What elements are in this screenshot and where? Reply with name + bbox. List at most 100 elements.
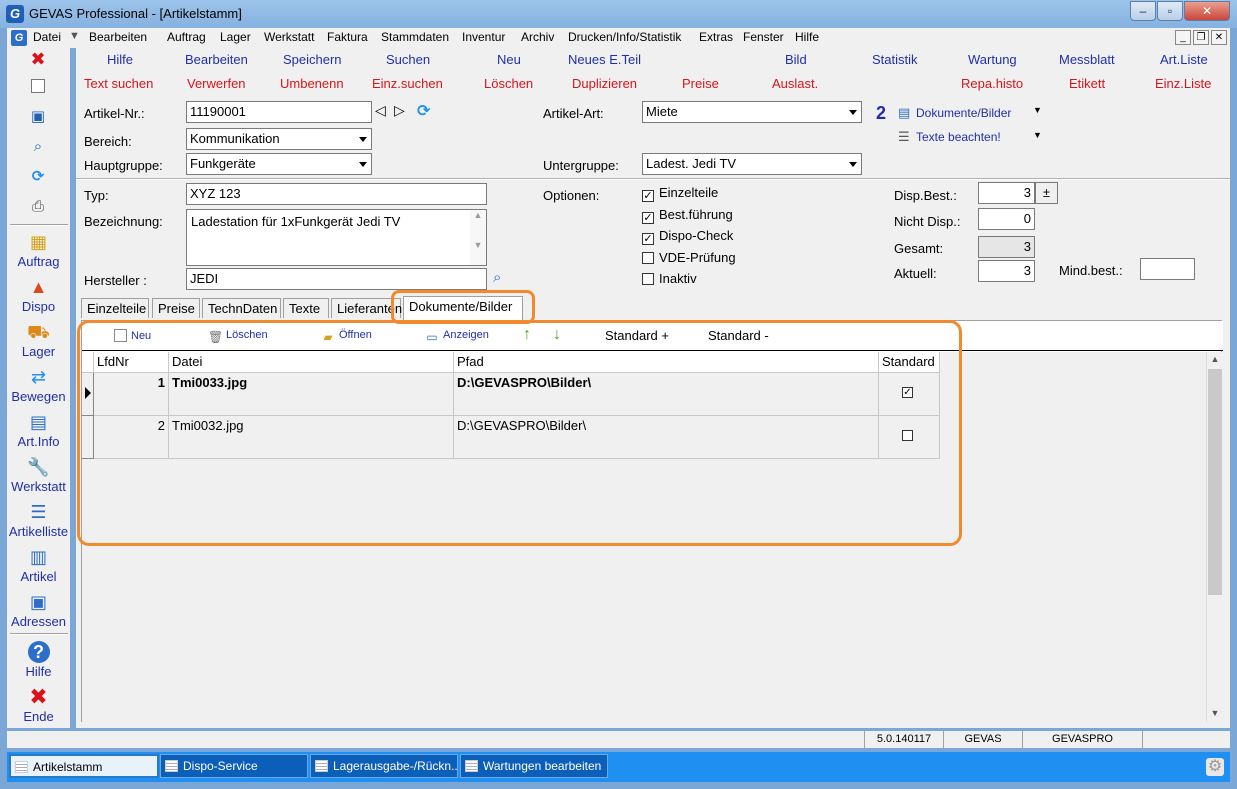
- tool-repa-histo[interactable]: Repa.histo: [961, 76, 1023, 91]
- sidebar-item-adressen[interactable]: ▣ Adressen: [7, 591, 70, 629]
- task-artikelstamm[interactable]: Artikelstamm: [9, 754, 159, 778]
- tool-art-liste[interactable]: Art.Liste: [1160, 52, 1208, 67]
- nicht-disp-input[interactable]: 0: [978, 208, 1035, 230]
- checkbox-dispo-check[interactable]: ✓ Dispo-Check: [642, 228, 733, 245]
- tab-preise[interactable]: Preise: [152, 298, 200, 318]
- tool-speichern[interactable]: Speichern: [283, 52, 342, 67]
- tab-einzelteile[interactable]: Einzelteile: [81, 298, 149, 318]
- prev-record-icon[interactable]: ◁: [375, 102, 386, 119]
- tool-messblatt[interactable]: Messblatt: [1059, 52, 1115, 67]
- checkbox-einzelteile[interactable]: ✓ Einzelteile: [642, 185, 718, 202]
- bereich-select[interactable]: Kommunikation: [186, 128, 372, 150]
- print-icon[interactable]: ⎙: [29, 198, 47, 216]
- app-menu-icon[interactable]: G: [11, 30, 27, 46]
- tool-bearbeiten[interactable]: Bearbeiten: [185, 52, 248, 67]
- texte-beachten-link[interactable]: Texte beachten!: [916, 130, 1001, 144]
- save-icon[interactable]: ▣: [29, 108, 47, 126]
- dokumente-bilder-link[interactable]: Dokumente/Bilder: [916, 106, 1011, 120]
- menu-lager[interactable]: Lager: [220, 30, 251, 44]
- tool-einz-suchen[interactable]: Einz.suchen: [372, 76, 443, 91]
- checkbox-vde-pruefung[interactable]: VDE-Prüfung: [642, 250, 736, 265]
- grid-scrollbar[interactable]: ▲ ▼: [1206, 352, 1223, 722]
- sidebar-item-art-info[interactable]: ▤ Art.Info: [7, 411, 70, 449]
- sidebar-item-artikel[interactable]: ▥ Artikel: [7, 546, 70, 584]
- menu-inventur[interactable]: Inventur: [462, 30, 505, 44]
- sidebar-item-werkstatt[interactable]: 🔧 Werkstatt: [7, 456, 70, 494]
- tool-einz-liste[interactable]: Einz.Liste: [1155, 76, 1211, 91]
- task-lagerausgabe[interactable]: Lagerausgabe-/Rückn...: [310, 754, 458, 778]
- tool-wartung[interactable]: Wartung: [968, 52, 1017, 67]
- sidebar-item-lager[interactable]: ⛟ Lager: [7, 321, 70, 359]
- sidebar-item-ende[interactable]: ✖ Ende: [7, 686, 70, 725]
- tab-techndaten[interactable]: TechnDaten: [202, 298, 281, 318]
- sidebar-item-artikelliste[interactable]: ☰ Artikelliste: [7, 501, 70, 539]
- tab-texte[interactable]: Texte: [283, 298, 329, 318]
- tool-neu[interactable]: Neu: [497, 52, 521, 67]
- menu-drucken[interactable]: Drucken/Info/Statistik: [568, 30, 681, 44]
- tool-etikett[interactable]: Etikett: [1069, 76, 1105, 91]
- tool-hilfe[interactable]: Hilfe: [107, 52, 133, 67]
- tool-text-suchen[interactable]: Text suchen: [84, 76, 153, 91]
- chevron-down-icon[interactable]: ▼: [1033, 105, 1042, 115]
- reload-icon[interactable]: ⟳: [417, 101, 430, 121]
- menu-datei[interactable]: Datei: [33, 30, 61, 44]
- refresh-icon[interactable]: ⟳: [29, 168, 47, 186]
- mind-best-input[interactable]: [1140, 258, 1195, 280]
- menu-fenster[interactable]: Fenster: [743, 30, 784, 44]
- cancel-x-icon[interactable]: ✖: [29, 50, 47, 68]
- tool-bild[interactable]: Bild: [785, 52, 807, 67]
- task-dispo-service[interactable]: Dispo-Service: [160, 754, 308, 778]
- menu-faktura[interactable]: Faktura: [327, 30, 368, 44]
- sidebar-item-bewegen[interactable]: ⇄ Bewegen: [7, 366, 70, 404]
- sidebar-item-auftrag[interactable]: ▦ Auftrag: [7, 231, 70, 269]
- mdi-restore-button[interactable]: ❐: [1193, 30, 1209, 45]
- textarea-scrollbar[interactable]: ▲ ▼: [470, 210, 486, 265]
- menu-auftrag[interactable]: Auftrag: [167, 30, 206, 44]
- minimize-button[interactable]: –: [1130, 1, 1156, 21]
- disp-best-input[interactable]: 3: [978, 182, 1035, 204]
- tool-auslast[interactable]: Auslast.: [772, 76, 818, 91]
- mdi-close-button[interactable]: ✕: [1211, 30, 1227, 45]
- title-bar[interactable]: G GEVAS Professional - [Artikelstamm] – …: [0, 0, 1237, 28]
- tool-preise[interactable]: Preise: [682, 76, 719, 91]
- tool-umbenenn[interactable]: Umbenenn: [280, 76, 344, 91]
- maximize-button[interactable]: ▫: [1157, 1, 1183, 21]
- search-icon[interactable]: ⌕: [29, 138, 47, 156]
- tool-neues-eteil[interactable]: Neues E.Teil: [568, 52, 641, 67]
- menu-werkstatt[interactable]: Werkstatt: [264, 30, 314, 44]
- scroll-down-icon[interactable]: ▼: [1207, 708, 1223, 718]
- artikel-art-select[interactable]: Miete: [642, 101, 862, 123]
- sidebar-item-dispo[interactable]: ▲ Dispo: [7, 276, 70, 314]
- plus-minus-button[interactable]: ±: [1035, 182, 1058, 204]
- new-blank-icon[interactable]: [31, 79, 45, 93]
- task-wartungen[interactable]: Wartungen bearbeiten: [460, 754, 608, 778]
- artikel-nr-input[interactable]: 11190001: [186, 101, 372, 123]
- aktuell-input[interactable]: 3: [978, 260, 1035, 282]
- magnifier-icon[interactable]: ⌕: [493, 269, 501, 286]
- tool-duplizieren[interactable]: Duplizieren: [572, 76, 637, 91]
- menu-archiv[interactable]: Archiv: [521, 30, 554, 44]
- typ-input[interactable]: XYZ 123: [186, 183, 487, 205]
- tool-suchen[interactable]: Suchen: [386, 52, 430, 67]
- menu-stammdaten[interactable]: Stammdaten: [381, 30, 449, 44]
- settings-gear-icon[interactable]: ⚙: [1206, 758, 1224, 776]
- untergruppe-select[interactable]: Ladest. Jedi TV: [642, 153, 862, 175]
- scroll-up-icon[interactable]: ▲: [1207, 354, 1223, 364]
- tool-verwerfen[interactable]: Verwerfen: [187, 76, 246, 91]
- scroll-thumb[interactable]: [1208, 369, 1222, 595]
- hauptgruppe-select[interactable]: Funkgeräte: [186, 153, 372, 175]
- hersteller-input[interactable]: JEDI: [186, 268, 487, 290]
- tool-loeschen[interactable]: Löschen: [484, 76, 533, 91]
- menu-extras[interactable]: Extras: [699, 30, 733, 44]
- menu-dropdown-icon[interactable]: ▼: [69, 30, 80, 42]
- checkbox-best-fuehrung[interactable]: ✓ Best.führung: [642, 207, 733, 224]
- checkbox-inaktiv[interactable]: Inaktiv: [642, 271, 697, 286]
- tool-statistik[interactable]: Statistik: [872, 52, 918, 67]
- mdi-minimize-button[interactable]: _: [1175, 30, 1191, 45]
- menu-bearbeiten[interactable]: Bearbeiten: [89, 30, 147, 44]
- close-button[interactable]: ✕: [1184, 1, 1230, 21]
- bezeichnung-textarea[interactable]: Ladestation für 1xFunkgerät Jedi TV ▲ ▼: [186, 209, 487, 266]
- next-record-icon[interactable]: ▷: [394, 102, 405, 119]
- chevron-down-icon[interactable]: ▼: [1033, 130, 1042, 140]
- sidebar-item-hilfe[interactable]: ? Hilfe: [7, 641, 70, 679]
